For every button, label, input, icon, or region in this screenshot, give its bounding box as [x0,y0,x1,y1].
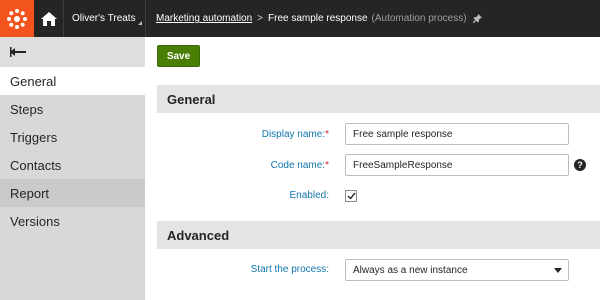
section-header-advanced: Advanced [157,221,600,249]
sidebar-item-general[interactable]: General [0,67,145,95]
home-icon[interactable] [34,0,64,37]
pin-icon[interactable] [472,14,482,23]
breadcrumb-page-type: (Automation process) [371,13,467,24]
start-process-value: Always as a new instance [353,264,468,276]
breadcrumb-current-page: Free sample response [268,13,368,24]
checkmark-icon [347,192,356,200]
sidebar-item-label: Versions [10,213,60,229]
enabled-checkbox[interactable] [345,190,357,202]
sidebar-item-label: Steps [10,101,44,117]
sidebar-item-report[interactable]: Report [0,179,145,207]
sidebar-item-label: Triggers [10,129,58,145]
top-bar: Oliver's Treats Marketing automation > F… [0,0,600,37]
code-name-field[interactable]: FreeSampleResponse [345,154,569,176]
display-name-label-text: Display name: [261,129,326,140]
required-mark: * [325,129,329,140]
sidebar-item-steps[interactable]: Steps [0,95,145,123]
sidebar-item-label: Contacts [10,157,62,173]
help-icon[interactable]: ? [574,159,586,171]
chevron-down-icon [554,268,562,273]
sidebar-item-label: General [10,73,57,89]
kentico-logo-icon[interactable] [0,0,34,37]
breadcrumb: Marketing automation > Free sample respo… [146,0,482,37]
sidebar-item-versions[interactable]: Versions [0,207,145,235]
sidebar-item-triggers[interactable]: Triggers [0,123,145,151]
display-name-label: Display name:* [209,129,329,140]
site-caret-icon [134,21,142,25]
sidebar-item-contacts[interactable]: Contacts [0,151,145,179]
required-mark: * [325,160,329,171]
start-process-label: Start the process: [250,264,329,275]
section-header-general: General [157,85,600,113]
sidebar-item-label: Report [10,185,50,201]
enabled-label: Enabled: [289,190,329,201]
site-name: Oliver's Treats [72,13,136,24]
code-name-label-text: Code name: [270,160,326,171]
sidebar: General Steps Triggers Contacts Report V… [0,37,145,300]
site-selector[interactable]: Oliver's Treats [64,0,146,37]
start-process-select[interactable]: Always as a new instance [345,259,569,281]
breadcrumb-separator: > [257,13,264,24]
save-button[interactable]: Save [157,45,200,67]
back-arrow-icon[interactable] [0,37,145,67]
breadcrumb-link-marketing-automation[interactable]: Marketing automation [156,13,252,24]
display-name-field[interactable]: Free sample response [345,123,569,145]
code-name-label: Code name:* [209,160,329,171]
main-content: Save General Display name:* Free sample … [145,37,600,300]
